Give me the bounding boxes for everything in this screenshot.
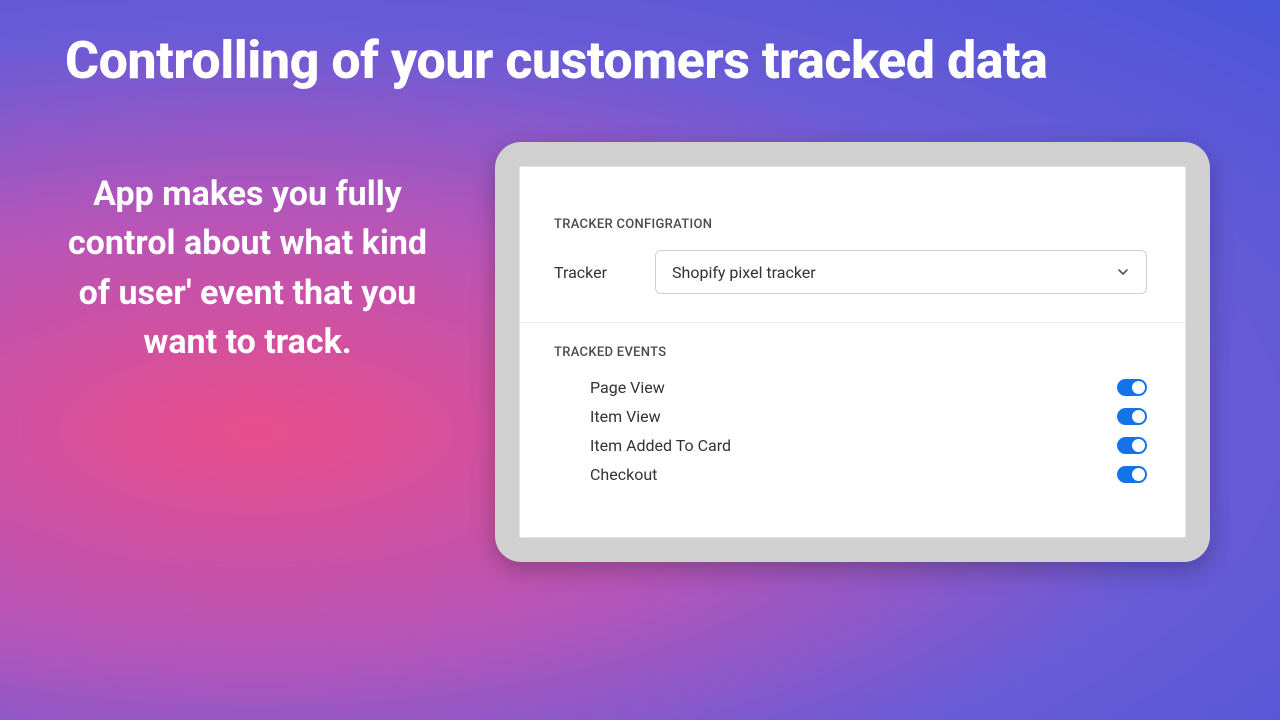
event-row: Page View — [590, 378, 1147, 397]
tracker-row: Tracker Shopify pixel tracker — [554, 250, 1147, 294]
event-row: Item Added To Card — [590, 436, 1147, 455]
event-label: Item Added To Card — [590, 436, 731, 455]
event-toggle-checkout[interactable] — [1117, 466, 1147, 483]
page-subtitle: App makes you fully control about what k… — [65, 170, 430, 367]
tracker-select-value: Shopify pixel tracker — [672, 263, 816, 282]
divider — [520, 322, 1185, 323]
tracker-field-label: Tracker — [554, 263, 607, 282]
events-list: Page View Item View Item Added To Card C… — [554, 378, 1147, 484]
event-toggle-page-view[interactable] — [1117, 379, 1147, 396]
event-label: Item View — [590, 407, 661, 426]
chevron-down-icon — [1116, 265, 1130, 279]
settings-panel-frame: TRACKER CONFIGRATION Tracker Shopify pix… — [495, 142, 1210, 562]
event-toggle-item-added[interactable] — [1117, 437, 1147, 454]
page-title: Controlling of your customers tracked da… — [65, 30, 1047, 91]
tracked-events-heading: TRACKED EVENTS — [554, 345, 1147, 360]
event-row: Checkout — [590, 465, 1147, 484]
event-label: Page View — [590, 378, 665, 397]
event-label: Checkout — [590, 465, 657, 484]
settings-panel: TRACKER CONFIGRATION Tracker Shopify pix… — [519, 166, 1186, 538]
tracker-config-heading: TRACKER CONFIGRATION — [554, 217, 1147, 232]
event-toggle-item-view[interactable] — [1117, 408, 1147, 425]
event-row: Item View — [590, 407, 1147, 426]
tracker-select[interactable]: Shopify pixel tracker — [655, 250, 1147, 294]
